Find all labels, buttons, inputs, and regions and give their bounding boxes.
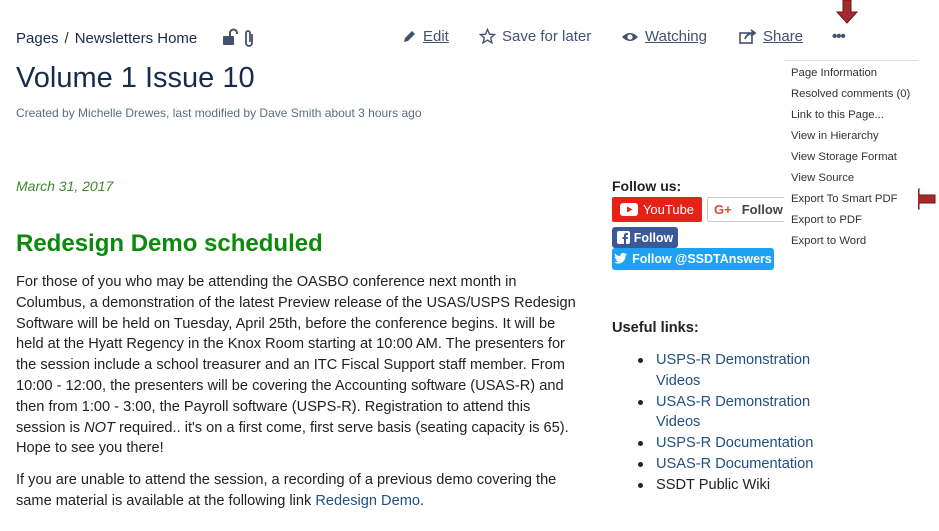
newsletter-date: March 31, 2017	[16, 178, 114, 194]
useful-link-usps-r-demo-videos[interactable]: USPS-R Demonstration Videos	[656, 352, 810, 389]
breadcrumb-separator: /	[64, 30, 69, 47]
save-for-later-button[interactable]: Save for later	[479, 28, 591, 45]
breadcrumb-pages[interactable]: Pages	[16, 30, 59, 47]
unlock-icon[interactable]	[223, 28, 238, 46]
annotation-arrow-down	[836, 0, 858, 24]
share-icon	[739, 29, 757, 44]
twitter-follow-label: Follow @SSDTAnswers	[632, 252, 772, 266]
useful-link-usas-r-documentation[interactable]: USAS-R Documentation	[656, 456, 813, 472]
youtube-button[interactable]: YouTube	[612, 197, 702, 222]
useful-links-heading: Useful links:	[612, 320, 699, 336]
useful-link-usps-r-documentation[interactable]: USPS-R Documentation	[656, 435, 813, 451]
useful-link-ssdt-public-wiki[interactable]: SSDT Public Wiki	[656, 477, 770, 493]
save-for-later-label: Save for later	[502, 28, 592, 45]
menu-item-resolved-comments[interactable]: Resolved comments (0)	[791, 88, 910, 100]
article-heading: Redesign Demo scheduled	[16, 230, 323, 257]
list-item: SSDT Public Wiki	[628, 475, 858, 496]
list-item: USPS-R Demonstration Videos	[628, 350, 858, 392]
para2-text-a: If you are unable to attend the session,…	[16, 472, 557, 509]
menu-item-link-to-page[interactable]: Link to this Page...	[791, 109, 884, 121]
para1-text-a: For those of you who may be attending th…	[16, 274, 576, 436]
menu-item-export-to-smart-pdf[interactable]: Export To Smart PDF	[791, 193, 898, 205]
star-icon	[479, 28, 496, 45]
facebook-follow-label: Follow	[633, 230, 674, 245]
menu-item-export-to-pdf[interactable]: Export to PDF	[791, 214, 862, 226]
google-plus-label: Follow	[741, 202, 783, 217]
list-item: USAS-R Demonstration Videos	[628, 392, 858, 434]
youtube-label: YouTube	[642, 202, 695, 217]
para1-emphasis: NOT	[84, 419, 115, 436]
share-label: Share	[763, 28, 804, 45]
twitter-bird-icon	[614, 253, 628, 264]
menu-item-page-information[interactable]: Page Information	[791, 67, 877, 79]
article-paragraph-2: If you are unable to attend the session,…	[16, 470, 582, 512]
share-button[interactable]: Share	[739, 28, 803, 45]
useful-links-list: USPS-R Demonstration Videos USAS-R Demon…	[628, 350, 858, 496]
edit-button[interactable]: Edit	[402, 28, 449, 45]
edit-label: Edit	[423, 28, 449, 45]
pencil-icon	[404, 31, 415, 42]
article-paragraph-1: For those of you who may be attending th…	[16, 272, 582, 459]
watching-label: Watching	[645, 28, 707, 45]
menu-item-view-storage-format[interactable]: View Storage Format	[791, 151, 897, 163]
page-title: Volume 1 Issue 10	[16, 62, 255, 94]
more-actions-button[interactable]: •••	[832, 28, 846, 45]
facebook-icon	[616, 231, 630, 244]
twitter-follow-button[interactable]: Follow @SSDTAnswers	[612, 248, 774, 270]
menu-item-view-source[interactable]: View Source	[791, 172, 854, 184]
google-plus-icon: G+	[714, 202, 732, 217]
list-item: USPS-R Documentation	[628, 433, 858, 454]
eye-icon	[622, 32, 638, 41]
facebook-follow-button[interactable]: Follow	[612, 227, 678, 248]
follow-us-heading: Follow us:	[612, 178, 682, 194]
page-restriction-icons	[222, 28, 258, 53]
para2-text-b: .	[419, 492, 425, 509]
breadcrumb: Pages / Newsletters Home	[16, 30, 197, 47]
list-item: USAS-R Documentation	[628, 454, 858, 475]
redesign-demo-link[interactable]: Redesign Demo	[315, 493, 420, 509]
useful-link-usas-r-demo-videos[interactable]: USAS-R Demonstration Videos	[656, 394, 810, 431]
google-plus-button[interactable]: G+ Follow	[707, 197, 787, 222]
watching-button[interactable]: Watching	[621, 28, 707, 45]
menu-item-export-to-word[interactable]: Export to Word	[791, 235, 866, 247]
more-actions-menu: Page Information Resolved comments (0) L…	[784, 60, 918, 256]
youtube-play-icon	[619, 203, 638, 216]
menu-item-view-in-hierarchy[interactable]: View in Hierarchy	[791, 130, 879, 142]
paperclip-icon[interactable]	[245, 30, 253, 47]
breadcrumb-newsletters-home[interactable]: Newsletters Home	[75, 30, 198, 47]
page-byline: Created by Michelle Drewes, last modifie…	[16, 106, 422, 120]
